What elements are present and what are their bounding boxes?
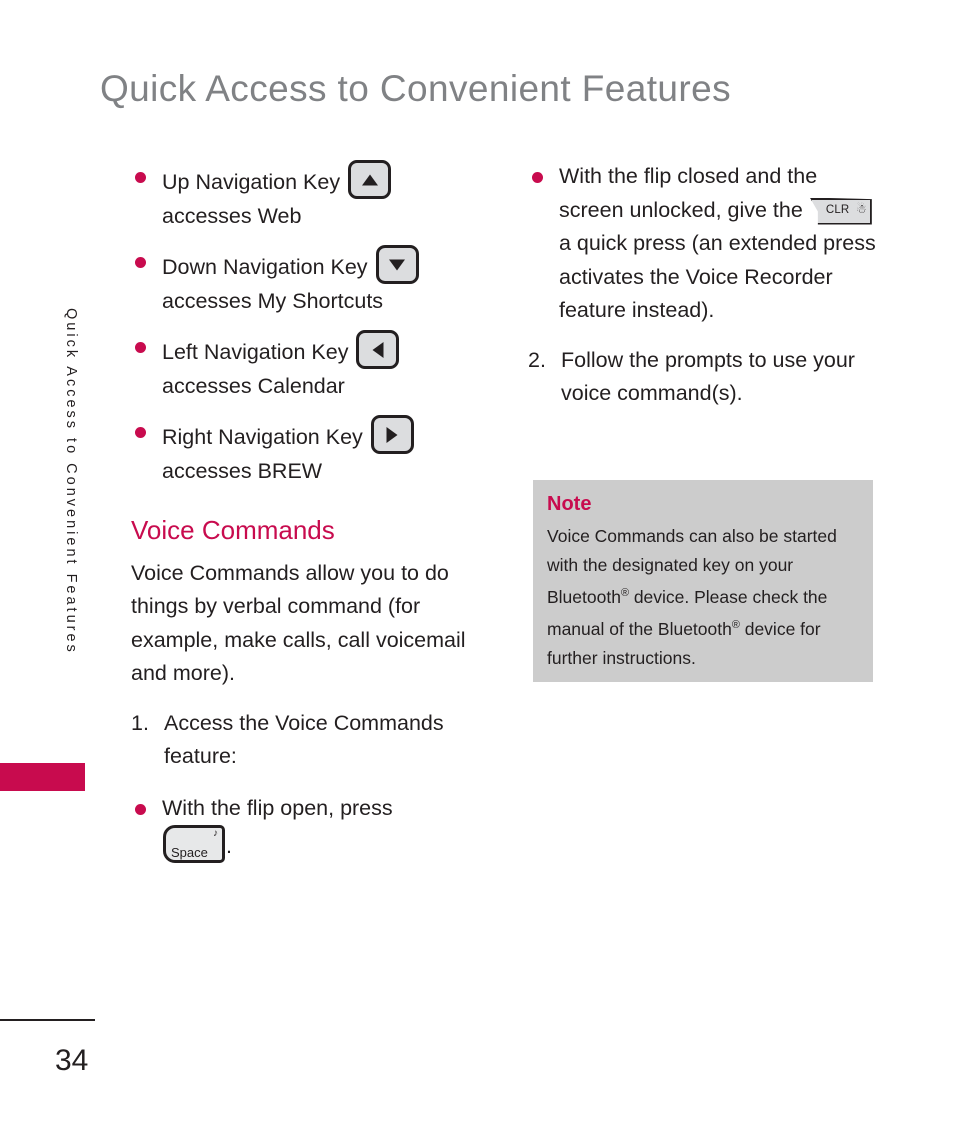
chapter-thumb-tab: [0, 763, 85, 791]
note-callout-box: Note Voice Commands can also be started …: [533, 480, 873, 682]
space-key-icon: ♪ Space: [163, 825, 225, 864]
bullet-dot-icon: [135, 342, 146, 353]
nav-bullet-text-after: accesses My Shortcuts: [162, 288, 384, 313]
nav-bullet-text-after: accesses Web: [162, 203, 302, 228]
flip-closed-instruction: With the flip closed and the screen unlo…: [528, 160, 878, 328]
right-column: With the flip closed and the screen unlo…: [528, 160, 878, 423]
numbered-step-1: 1. Access the Voice Commands feature:: [131, 707, 476, 774]
list-item: Down Navigation Key accesses My Shortcut…: [131, 245, 476, 318]
space-key-label: Space: [171, 845, 208, 861]
nav-key-up-icon: [348, 160, 392, 199]
flip-open-text: With the flip open, press: [162, 795, 393, 820]
registered-mark-2: ®: [731, 619, 740, 632]
clr-key-label: CLR: [825, 203, 850, 216]
list-item: Right Navigation Key accesses BREW: [131, 415, 476, 488]
flip-closed-text-part-1: With the flip closed and the screen unlo…: [559, 164, 818, 222]
step-text: Follow the prompts to use your voice com…: [561, 347, 855, 406]
clr-key-icon: CLR ☃: [809, 197, 872, 225]
list-item: Up Navigation Key accesses Web: [131, 160, 476, 233]
step-number: 2.: [528, 347, 546, 372]
note-body: Voice Commands can also be started with …: [547, 522, 857, 672]
list-item: Left Navigation Key accesses Calendar: [131, 330, 476, 403]
page-title: Quick Access to Convenient Features: [100, 68, 731, 109]
page-number: 34: [55, 1044, 89, 1077]
left-column: Up Navigation Key accesses Web Down Navi…: [131, 160, 476, 876]
flip-open-instruction: With the flip open, press ♪ Space .: [131, 792, 476, 864]
nav-bullet-text-before: Up Navigation Key: [162, 170, 341, 194]
nav-key-left-icon: [356, 330, 400, 369]
registered-mark-1: ®: [620, 587, 629, 599]
speaker-note-icon: ♪: [213, 828, 218, 840]
nav-key-down-icon: [375, 245, 419, 284]
step-text: Access the Voice Commands feature:: [164, 710, 444, 769]
nav-bullet-text-before: Down Navigation Key: [162, 255, 368, 279]
nav-bullet-text-before: Left Navigation Key: [162, 340, 349, 364]
flip-open-text-after: .: [226, 834, 232, 859]
numbered-step-2: 2. Follow the prompts to use your voice …: [528, 344, 878, 411]
flip-closed-text-part-2: a quick press (an extended press activat…: [559, 231, 876, 322]
nav-key-right-icon: [370, 415, 414, 454]
bullet-dot-icon: [135, 257, 146, 268]
section-heading-voice-commands: Voice Commands: [131, 515, 335, 545]
note-title: Note: [547, 493, 592, 515]
footer-divider: [0, 1019, 95, 1021]
bullet-dot-icon: [532, 172, 543, 183]
step-number: 1.: [131, 710, 149, 735]
bullet-dot-icon: [135, 803, 146, 815]
nav-bullet-text-after: accesses BREW: [162, 458, 323, 483]
bullet-dot-icon: [135, 427, 146, 438]
running-head-vertical: Quick Access to Convenient Features: [63, 308, 79, 655]
microphone-icon: ☃: [856, 201, 867, 216]
nav-bullet-text-before: Right Navigation Key: [162, 425, 363, 449]
nav-bullet-text-after: accesses Calendar: [162, 373, 345, 398]
bullet-dot-icon: [135, 172, 146, 183]
voice-commands-description: Voice Commands allow you to do things by…: [131, 560, 466, 686]
